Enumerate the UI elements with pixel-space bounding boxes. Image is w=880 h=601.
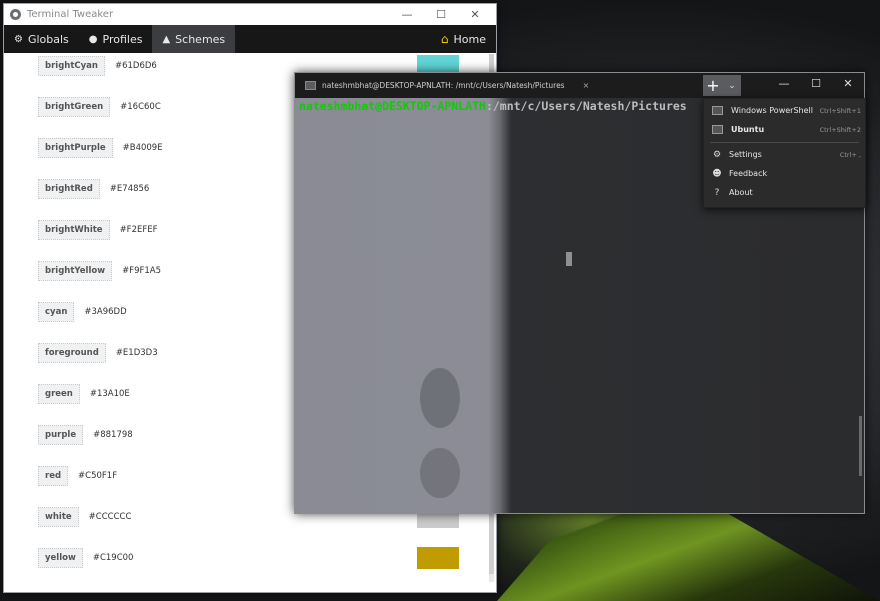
minimize-button[interactable]: —	[768, 73, 800, 98]
home-icon: ⌂	[440, 32, 449, 46]
color-name-label[interactable]: brightCyan	[38, 56, 105, 76]
menu-label: About	[729, 188, 753, 197]
color-hex-value: #E74856	[109, 184, 150, 194]
home-link[interactable]: ⌂ Home	[441, 25, 486, 53]
minimize-button[interactable]: —	[390, 4, 424, 25]
new-tab-button[interactable]: +	[703, 76, 723, 96]
prompt-user-host: nateshmbhat@DESKTOP-APNLATH	[299, 99, 486, 113]
gear-icon: ⚙	[712, 149, 722, 160]
color-name-label[interactable]: yellow	[38, 548, 83, 568]
color-row-cyan: cyan #3A96DD	[38, 302, 127, 322]
color-row-red: red #C50F1F	[38, 466, 117, 486]
color-row-brightGreen: brightGreen #16C60C	[38, 97, 161, 117]
tweaker-titlebar[interactable]: Terminal Tweaker — ☐ ✕	[4, 4, 496, 25]
close-tab-icon[interactable]: ×	[583, 81, 590, 90]
tab-label: Globals	[27, 32, 69, 46]
color-name-label[interactable]: brightRed	[38, 179, 100, 199]
app-icon	[10, 9, 21, 20]
color-name-label[interactable]: brightGreen	[38, 97, 111, 117]
menu-label: Ubuntu	[731, 125, 765, 134]
tab-label: Schemes	[175, 32, 226, 46]
terminal-tab[interactable]: nateshmbhat@DESKTOP-APNLATH: /mnt/c/User…	[295, 73, 589, 98]
color-name-label[interactable]: red	[38, 466, 69, 486]
color-row-foreground: foreground #E1D3D3	[38, 343, 158, 363]
question-icon: ?	[714, 187, 720, 198]
color-hex-value: #61D6D6	[114, 61, 157, 71]
maximize-button[interactable]: ☐	[424, 4, 458, 25]
color-name-label[interactable]: brightYellow	[38, 261, 113, 281]
color-name-label[interactable]: purple	[38, 425, 84, 445]
terminal-tabbar: nateshmbhat@DESKTOP-APNLATH: /mnt/c/User…	[295, 73, 864, 98]
color-swatch[interactable]	[417, 547, 459, 569]
tab-schemes[interactable]: ▲ Schemes	[152, 25, 236, 53]
nav-bar: ⚙ Globals ● Profiles ▲ Schemes ⌂ Home	[4, 25, 496, 53]
color-hex-value: #C50F1F	[78, 471, 118, 481]
color-hex-value: #B4009E	[122, 143, 163, 153]
color-hex-value: #CCCCCC	[88, 512, 132, 522]
menu-shortcut: Ctrl+Shift+1	[819, 106, 861, 115]
maximize-button[interactable]: ☐	[800, 73, 832, 98]
text-cursor	[566, 252, 572, 266]
shell-prompt: nateshmbhat@DESKTOP-APNLATH:/mnt/c/Users…	[299, 99, 687, 113]
menu-item-feedback[interactable]: ☻ Feedback	[704, 164, 865, 183]
terminal-scrollbar[interactable]	[859, 416, 862, 476]
tab-globals[interactable]: ⚙ Globals	[4, 25, 79, 53]
tab-label: Profiles	[102, 32, 143, 46]
droplet-icon: ▲	[162, 33, 171, 45]
chevron-down-icon[interactable]: ⌄	[723, 81, 741, 91]
menu-item-about[interactable]: ? About	[704, 183, 865, 202]
color-row-green: green #13A10E	[38, 384, 130, 404]
close-button[interactable]: ✕	[832, 73, 864, 98]
menu-label: Settings	[729, 150, 762, 159]
window-title: Terminal Tweaker	[27, 9, 114, 20]
menu-label: Windows PowerShell	[731, 106, 813, 115]
user-icon: ●	[88, 33, 98, 45]
terminal-window-controls: — ☐ ✕	[768, 73, 864, 98]
color-name-label[interactable]: brightPurple	[38, 138, 113, 158]
color-row-white: white #CCCCCC	[38, 507, 131, 527]
color-name-label[interactable]: white	[38, 507, 79, 527]
color-name-label[interactable]: brightWhite	[38, 220, 110, 240]
menu-item-settings[interactable]: ⚙ Settings Ctrl+ ,	[704, 145, 865, 164]
menu-item-windows-powershell[interactable]: Windows PowerShell Ctrl+Shift+1	[704, 101, 865, 120]
color-row-brightWhite: brightWhite #F2EFEF	[38, 220, 158, 240]
color-hex-value: #F2EFEF	[119, 225, 158, 235]
window-controls: — ☐ ✕	[390, 4, 492, 25]
gear-icon: ⚙	[14, 33, 23, 45]
powershell-icon	[712, 106, 723, 115]
color-hex-value: #13A10E	[89, 389, 130, 399]
color-name-label[interactable]: green	[38, 384, 80, 404]
color-row-yellow: yellow #C19C00	[38, 548, 133, 568]
color-row-brightCyan: brightCyan #61D6D6	[38, 56, 157, 76]
new-tab-dropdown-menu: Windows PowerShell Ctrl+Shift+1 Ubuntu C…	[703, 98, 866, 208]
home-label: Home	[453, 32, 486, 46]
new-tab-split-button: + ⌄	[703, 75, 741, 96]
terminal-icon	[305, 81, 316, 90]
color-row-brightYellow: brightYellow #F9F1A5	[38, 261, 161, 281]
color-row-brightPurple: brightPurple #B4009E	[38, 138, 163, 158]
menu-shortcut: Ctrl+ ,	[839, 150, 861, 159]
color-row-brightRed: brightRed #E74856	[38, 179, 149, 199]
color-hex-value: #16C60C	[120, 102, 161, 112]
color-hex-value: #C19C00	[92, 553, 134, 563]
color-hex-value: #F9F1A5	[122, 266, 162, 276]
close-button[interactable]: ✕	[458, 4, 492, 25]
menu-label: Feedback	[729, 169, 768, 178]
color-hex-value: #881798	[93, 430, 133, 440]
menu-item-ubuntu[interactable]: Ubuntu Ctrl+Shift+2	[704, 120, 865, 139]
color-hex-value: #E1D3D3	[115, 348, 158, 358]
color-name-label[interactable]: foreground	[38, 343, 106, 363]
menu-separator	[710, 142, 859, 143]
terminal-icon	[712, 125, 723, 134]
tab-title: nateshmbhat@DESKTOP-APNLATH: /mnt/c/User…	[322, 81, 565, 90]
color-hex-value: #3A96DD	[84, 307, 127, 317]
menu-shortcut: Ctrl+Shift+2	[819, 125, 861, 134]
tab-profiles[interactable]: ● Profiles	[79, 25, 153, 53]
prompt-path: :/mnt/c/Users/Natesh/Pictures	[485, 99, 687, 113]
feedback-icon: ☻	[712, 168, 722, 179]
color-name-label[interactable]: cyan	[38, 302, 75, 322]
color-row-purple: purple #881798	[38, 425, 133, 445]
